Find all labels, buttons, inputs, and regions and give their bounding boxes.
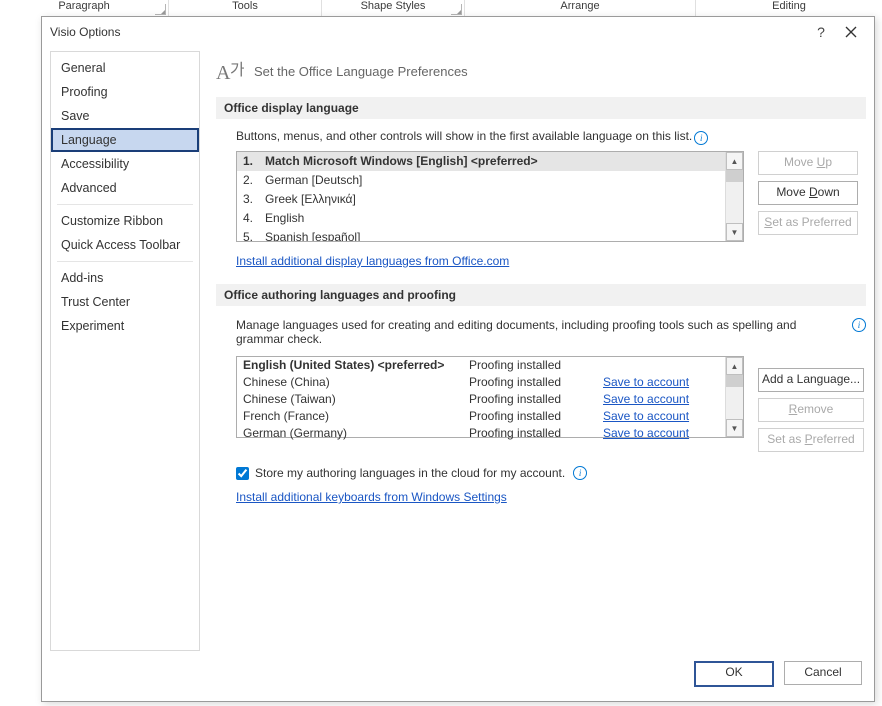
dialog-launcher-icon[interactable] xyxy=(451,4,462,15)
store-in-cloud-label: Store my authoring languages in the clou… xyxy=(255,466,565,480)
nav-experiment[interactable]: Experiment xyxy=(51,314,199,338)
scrollbar[interactable]: ▲ ▼ xyxy=(725,152,743,241)
dialog-footer: OK Cancel xyxy=(42,651,874,701)
table-row[interactable]: German (Germany) Proofing installed Save… xyxy=(237,425,725,442)
ribbon-label: Shape Styles xyxy=(361,0,426,12)
move-up-button[interactable]: Move Up xyxy=(758,151,858,175)
install-display-languages-link[interactable]: Install additional display languages fro… xyxy=(236,254,509,268)
ribbon-label: Paragraph xyxy=(58,0,109,12)
ribbon-group-tools: Tools xyxy=(169,0,322,16)
nav-accessibility[interactable]: Accessibility xyxy=(51,152,199,176)
info-icon[interactable]: i xyxy=(852,318,866,332)
ok-button[interactable]: OK xyxy=(694,661,774,687)
nav-save[interactable]: Save xyxy=(51,104,199,128)
info-icon[interactable]: i xyxy=(573,466,587,480)
nav-general[interactable]: General xyxy=(51,56,199,80)
authoring-language-list[interactable]: English (United States) <preferred> Proo… xyxy=(236,356,744,438)
scroll-thumb[interactable] xyxy=(726,170,743,182)
display-language-list[interactable]: 1.Match Microsoft Windows [English] <pre… xyxy=(236,151,744,242)
table-row[interactable]: French (France) Proofing installed Save … xyxy=(237,408,725,425)
store-in-cloud-checkbox[interactable] xyxy=(236,467,249,480)
scroll-down-button[interactable]: ▼ xyxy=(726,223,743,241)
display-language-desc: Buttons, menus, and other controls will … xyxy=(236,129,866,145)
close-button[interactable] xyxy=(836,17,866,47)
nav-language[interactable]: Language xyxy=(51,128,199,152)
nav-advanced[interactable]: Advanced xyxy=(51,176,199,200)
list-item[interactable]: 3.Greek [Ελληνικά] xyxy=(237,190,725,209)
info-icon[interactable]: i xyxy=(694,131,708,145)
scroll-up-button[interactable]: ▲ xyxy=(726,357,743,375)
nav-customize-ribbon[interactable]: Customize Ribbon xyxy=(51,209,199,233)
set-preferred-authoring-button[interactable]: Set as Preferred xyxy=(758,428,864,452)
ribbon-label: Editing xyxy=(772,0,806,12)
options-nav: General Proofing Save Language Accessibi… xyxy=(50,51,200,651)
dialog-launcher-icon[interactable] xyxy=(155,4,166,15)
page-heading-text: Set the Office Language Preferences xyxy=(254,64,468,79)
save-to-account-link[interactable]: Save to account xyxy=(603,392,689,406)
save-to-account-link[interactable]: Save to account xyxy=(603,426,689,440)
cancel-button[interactable]: Cancel xyxy=(784,661,862,685)
ribbon: Paragraph Tools Shape Styles Arrange Edi… xyxy=(0,0,882,16)
table-row[interactable]: Chinese (China) Proofing installed Save … xyxy=(237,374,725,391)
dialog-title: Visio Options xyxy=(50,25,120,39)
nav-separator xyxy=(57,261,193,262)
store-in-cloud-row: Store my authoring languages in the clou… xyxy=(236,466,866,480)
nav-qat[interactable]: Quick Access Toolbar xyxy=(51,233,199,257)
scroll-up-button[interactable]: ▲ xyxy=(726,152,743,170)
install-keyboards-link[interactable]: Install additional keyboards from Window… xyxy=(236,490,507,504)
options-content: A 가 Set the Office Language Preferences … xyxy=(200,51,866,651)
list-item[interactable]: 5.Spanish [español] xyxy=(237,228,725,241)
scrollbar[interactable]: ▲ ▼ xyxy=(725,357,743,437)
nav-separator xyxy=(57,204,193,205)
save-to-account-link[interactable]: Save to account xyxy=(603,409,689,423)
page-heading: A 가 Set the Office Language Preferences xyxy=(216,53,866,97)
close-icon xyxy=(845,26,857,38)
ribbon-group-arrange: Arrange xyxy=(465,0,696,16)
section-authoring-header: Office authoring languages and proofing xyxy=(216,284,866,306)
nav-proofing[interactable]: Proofing xyxy=(51,80,199,104)
list-item[interactable]: 1.Match Microsoft Windows [English] <pre… xyxy=(237,152,725,171)
options-dialog: Visio Options ? General Proofing Save La… xyxy=(41,16,875,702)
svg-text:A: A xyxy=(216,62,231,83)
table-row[interactable]: Chinese (Taiwan) Proofing installed Save… xyxy=(237,391,725,408)
table-row[interactable]: English (United States) <preferred> Proo… xyxy=(237,357,725,374)
nav-trust-center[interactable]: Trust Center xyxy=(51,290,199,314)
svg-text:가: 가 xyxy=(230,61,244,79)
ribbon-group-editing: Editing xyxy=(696,0,882,16)
language-page-icon: A 가 xyxy=(216,59,244,83)
ribbon-label: Tools xyxy=(232,0,258,12)
remove-language-button[interactable]: Remove xyxy=(758,398,864,422)
ribbon-label: Arrange xyxy=(560,0,599,12)
scroll-thumb[interactable] xyxy=(726,375,743,387)
save-to-account-link[interactable]: Save to account xyxy=(603,375,689,389)
list-item[interactable]: 2.German [Deutsch] xyxy=(237,171,725,190)
help-button[interactable]: ? xyxy=(806,17,836,47)
move-down-button[interactable]: Move Down xyxy=(758,181,858,205)
section-display-language-header: Office display language xyxy=(216,97,866,119)
set-preferred-button[interactable]: Set as Preferred xyxy=(758,211,858,235)
add-language-button[interactable]: Add a Language... xyxy=(758,368,864,392)
list-item[interactable]: 4.English xyxy=(237,209,725,228)
dialog-titlebar: Visio Options ? xyxy=(42,17,874,47)
authoring-desc: Manage languages used for creating and e… xyxy=(236,318,842,346)
nav-addins[interactable]: Add-ins xyxy=(51,266,199,290)
ribbon-group-paragraph: Paragraph xyxy=(0,0,169,16)
scroll-down-button[interactable]: ▼ xyxy=(726,419,743,437)
ribbon-group-shape-styles: Shape Styles xyxy=(322,0,465,16)
